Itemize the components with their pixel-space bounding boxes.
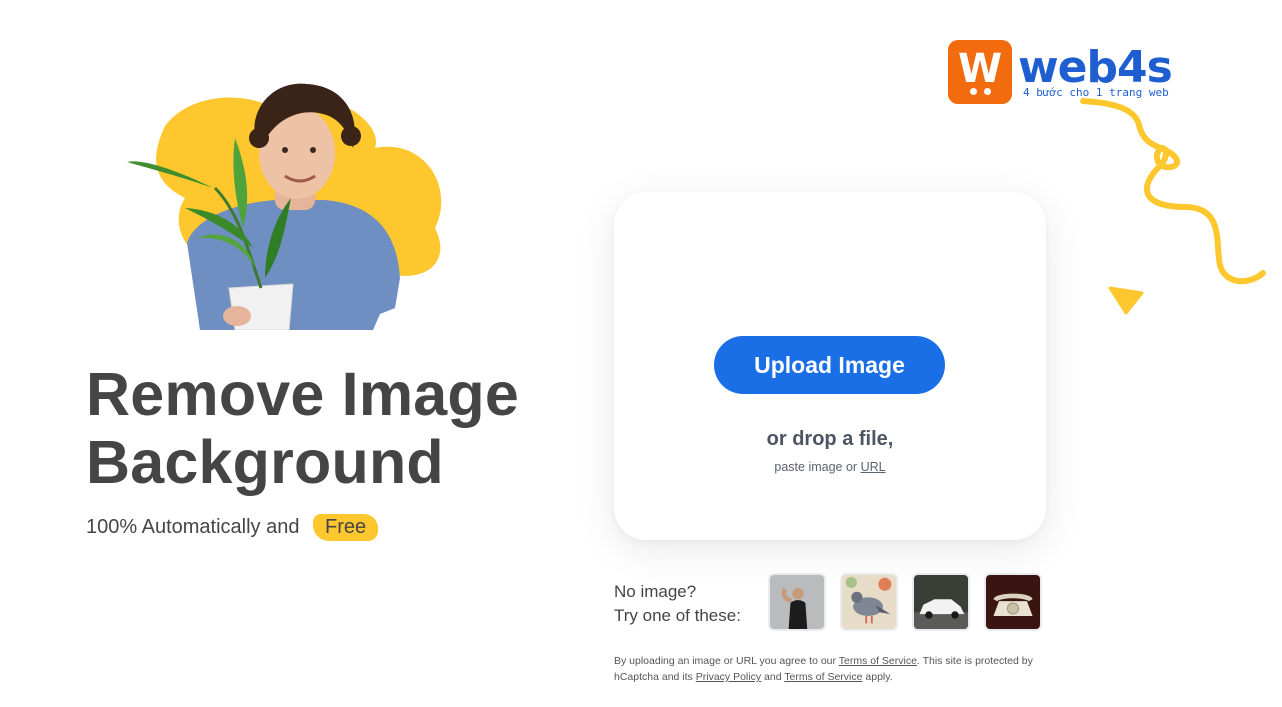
sample-prompt-line1: No image? — [614, 582, 697, 601]
sample-prompt-line2: Try one of these: — [614, 606, 741, 625]
terms-link-2[interactable]: Terms of Service — [784, 671, 862, 683]
sample-prompt: No image? Try one of these: — [614, 580, 741, 628]
paste-prefix: paste image or — [774, 460, 858, 474]
sample-image-pigeon[interactable] — [840, 573, 898, 631]
sample-image-car[interactable] — [912, 573, 970, 631]
legal-text-4: apply. — [865, 671, 893, 683]
sample-image-woman[interactable] — [768, 573, 826, 631]
sample-image-telephone[interactable] — [984, 573, 1042, 631]
logo-badge-letter: W — [957, 46, 1003, 92]
page-title: Remove Image Background — [86, 360, 519, 496]
page-subtitle: 100% Automatically and Free — [86, 514, 379, 541]
upload-image-button[interactable]: Upload Image — [714, 336, 945, 394]
free-badge: Free — [313, 514, 379, 541]
privacy-link[interactable]: Privacy Policy — [696, 671, 761, 683]
squiggle-decoration — [1080, 98, 1266, 285]
logo-badge: W — [948, 40, 1012, 104]
upload-dropzone[interactable]: Upload Image or drop a file, paste image… — [614, 192, 1046, 540]
subtitle-text: 100% Automatically and — [86, 516, 300, 538]
triangle-decoration — [1108, 286, 1144, 315]
drop-file-text: or drop a file, — [766, 428, 894, 450]
legal-text-1: By uploading an image or URL you agree t… — [614, 655, 836, 667]
hero-person-image — [127, 83, 442, 330]
url-link[interactable]: URL — [861, 460, 886, 474]
paste-hint: paste image or URL — [614, 460, 1046, 474]
legal-text-3: and — [764, 671, 782, 683]
legal-notice: By uploading an image or URL you agree t… — [614, 653, 1054, 685]
terms-link[interactable]: Terms of Service — [839, 655, 917, 667]
